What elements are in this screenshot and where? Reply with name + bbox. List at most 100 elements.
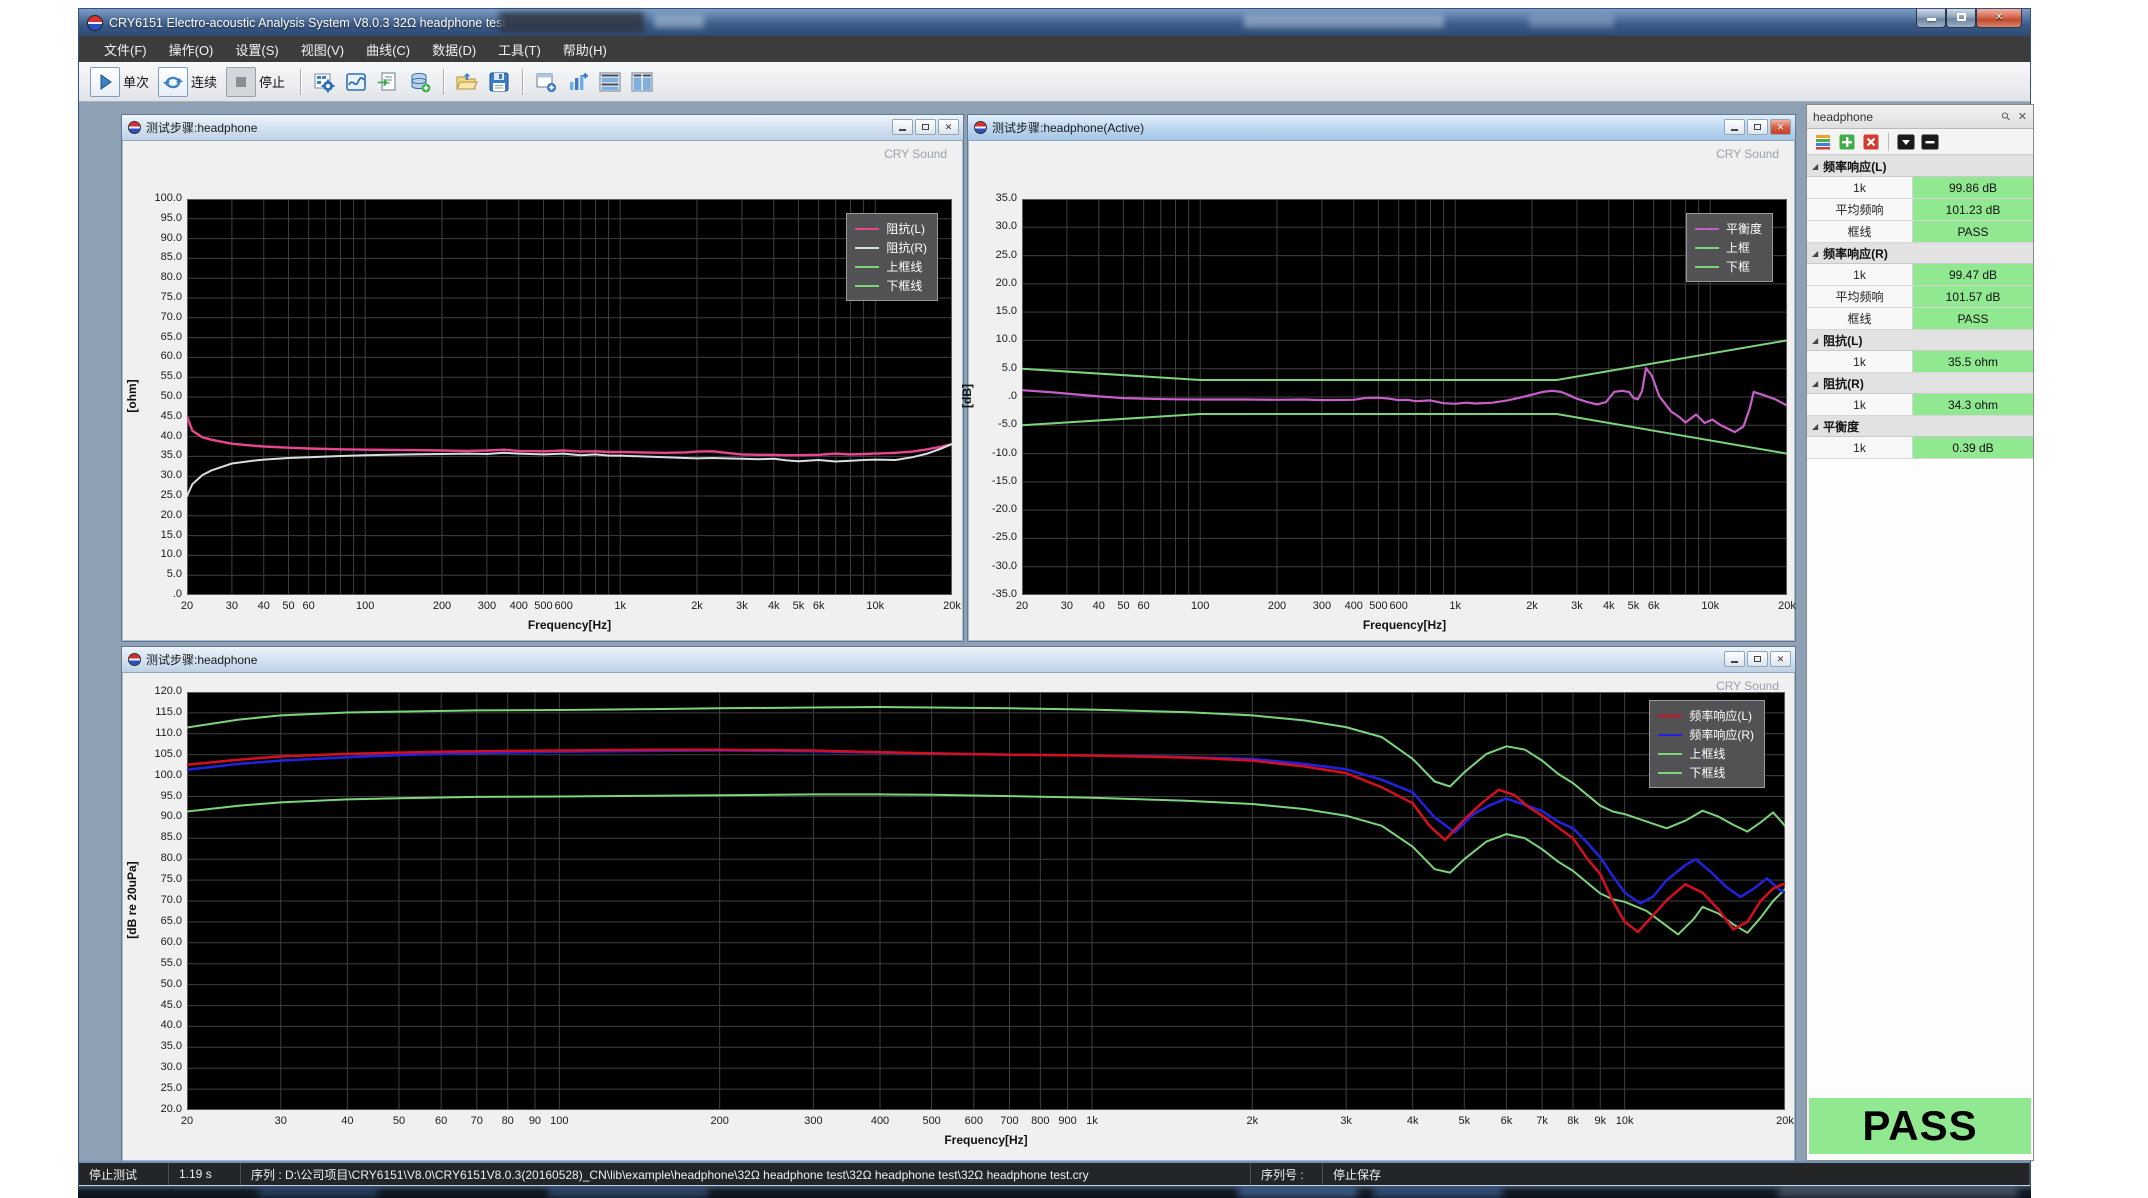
result-row[interactable]: 1k35.5 ohm (1807, 351, 2033, 373)
result-row[interactable]: 1k99.47 dB (1807, 264, 2033, 286)
add-button[interactable] (1837, 132, 1857, 152)
chart-minimize-button[interactable] (1724, 651, 1745, 667)
result-group-header[interactable]: ◢阻抗(L) (1807, 330, 2033, 351)
x-tick-label: 100 (550, 1115, 568, 1127)
menu-item-1[interactable]: 操作(O) (158, 36, 225, 63)
windows-taskbar[interactable] (78, 1186, 2031, 1198)
new-window-button[interactable] (531, 67, 561, 97)
new-chart-button[interactable] (563, 67, 593, 97)
delete-button[interactable] (1861, 132, 1881, 152)
y-tick-label: 25.0 (136, 489, 182, 501)
y-tick-label: 30.0 (136, 1061, 182, 1073)
menu-item-0[interactable]: 文件(F) (93, 36, 158, 63)
menu-item-7[interactable]: 帮助(H) (552, 36, 618, 63)
layout-vertical-button[interactable] (627, 67, 657, 97)
collapse-down-button[interactable] (1896, 132, 1916, 152)
curve-display-button[interactable] (341, 67, 371, 97)
y-tick-label: 105.0 (136, 748, 182, 760)
y-tick-label: 50.0 (136, 978, 182, 990)
x-tick-label: 400 (1345, 600, 1363, 612)
y-tick-label: 5.0 (971, 362, 1017, 374)
legend-entry: 平衡度 (1695, 219, 1762, 238)
result-group-header[interactable]: ◢频率响应(R) (1807, 243, 2033, 264)
chart-window-controls: ✕ (1724, 119, 1791, 135)
toolbar-separator (443, 69, 444, 95)
chart-restore-button[interactable] (915, 119, 936, 135)
result-row[interactable]: 框线PASS (1807, 221, 2033, 243)
watermark-text: CRY Sound (1716, 147, 1779, 161)
x-tick-label: 60 (303, 600, 315, 612)
chart-window-titlebar[interactable]: 测试步骤:headphone✕ (122, 115, 963, 141)
open-file-button[interactable] (452, 67, 482, 97)
legend-label: 下框线 (886, 277, 922, 294)
y-tick-label: 75.0 (136, 291, 182, 303)
sidebar-results-grid: ◢频率响应(L)1k99.86 dB平均频响101.23 dB框线PASS◢频率… (1807, 155, 2033, 459)
result-row[interactable]: 框线PASS (1807, 308, 2033, 330)
layers-button[interactable] (1813, 132, 1833, 152)
legend-label: 上框 (1726, 239, 1750, 256)
x-axis-title: Frequency[Hz] (1363, 618, 1446, 632)
save-file-button[interactable] (484, 67, 514, 97)
sidebar-header[interactable]: headphone⚲✕ (1807, 105, 2033, 129)
chart-minimize-button[interactable] (1724, 119, 1745, 135)
x-tick-label: 4k (768, 600, 780, 612)
y-tick-label: 40.0 (136, 1019, 182, 1031)
database-button[interactable] (405, 67, 435, 97)
collapse-minus-button[interactable] (1920, 132, 1940, 152)
run-single-button[interactable] (90, 67, 120, 97)
layout-horizontal-button[interactable] (595, 67, 625, 97)
result-group-header[interactable]: ◢频率响应(L) (1807, 156, 2033, 177)
chart-minimize-button[interactable] (892, 119, 913, 135)
x-tick-label: 70 (471, 1115, 483, 1127)
x-tick-label: 2k (1526, 600, 1538, 612)
menu-item-5[interactable]: 数据(D) (421, 36, 487, 63)
y-tick-label: 90.0 (136, 810, 182, 822)
legend-label: 频率响应(L) (1689, 707, 1752, 724)
series-频率响应(L) (187, 750, 1785, 932)
run-continuous-button[interactable] (158, 67, 188, 97)
maximize-button[interactable] (1946, 9, 1976, 28)
chart-close-button[interactable]: ✕ (938, 119, 959, 135)
y-tick-label: 120.0 (136, 685, 182, 697)
toolbar-separator (522, 69, 523, 95)
chart-window-titlebar[interactable]: 测试步骤:headphone✕ (122, 647, 1795, 673)
chart-window-titlebar[interactable]: 测试步骤:headphone(Active)✕ (968, 115, 1795, 141)
chart-close-button[interactable]: ✕ (1770, 651, 1791, 667)
chart-close-button[interactable]: ✕ (1770, 119, 1791, 135)
result-group-header[interactable]: ◢平衡度 (1807, 416, 2033, 437)
result-row[interactable]: 1k99.86 dB (1807, 177, 2033, 199)
y-tick-label: -20.0 (971, 503, 1017, 515)
y-tick-label: 45.0 (136, 999, 182, 1011)
result-row[interactable]: 1k34.3 ohm (1807, 394, 2033, 416)
x-tick-label: 3k (1571, 600, 1583, 612)
menu-item-4[interactable]: 曲线(C) (355, 36, 421, 63)
menu-item-6[interactable]: 工具(T) (487, 36, 552, 63)
result-row[interactable]: 平均频响101.23 dB (1807, 199, 2033, 221)
result-value: PASS (1913, 308, 2033, 329)
result-group-header[interactable]: ◢阻抗(R) (1807, 373, 2033, 394)
report-export-button[interactable] (373, 67, 403, 97)
menu-item-3[interactable]: 视图(V) (290, 36, 355, 63)
chart-restore-button[interactable] (1747, 119, 1768, 135)
sidebar-close-icon[interactable]: ✕ (2018, 110, 2027, 123)
stop-button[interactable] (226, 67, 256, 97)
taskbar-tray-blurred (1778, 1187, 2018, 1197)
menu-item-2[interactable]: 设置(S) (224, 36, 289, 63)
stop-icon (231, 72, 251, 92)
minimize-button[interactable] (1916, 9, 1946, 28)
pin-icon[interactable]: ⚲ (1998, 109, 2013, 124)
play-icon (95, 72, 115, 92)
toolbar: 单次连续停止 (79, 62, 2030, 102)
test-settings-button[interactable] (309, 67, 339, 97)
chart-restore-button[interactable] (1747, 651, 1768, 667)
window-titlebar[interactable]: CRY6151 Electro-acoustic Analysis System… (79, 9, 2030, 36)
close-button[interactable]: ✕ (1976, 9, 2022, 28)
legend-label: 下框线 (1689, 764, 1725, 781)
result-group-name: 阻抗(L) (1823, 332, 1862, 349)
result-row[interactable]: 平均频响101.57 dB (1807, 286, 2033, 308)
x-tick-label: 5k (793, 600, 805, 612)
layers-icon (1815, 134, 1831, 150)
result-row[interactable]: 1k0.39 dB (1807, 437, 2033, 459)
x-tick-label: 1k (1086, 1115, 1098, 1127)
result-value: 35.5 ohm (1913, 351, 2033, 372)
